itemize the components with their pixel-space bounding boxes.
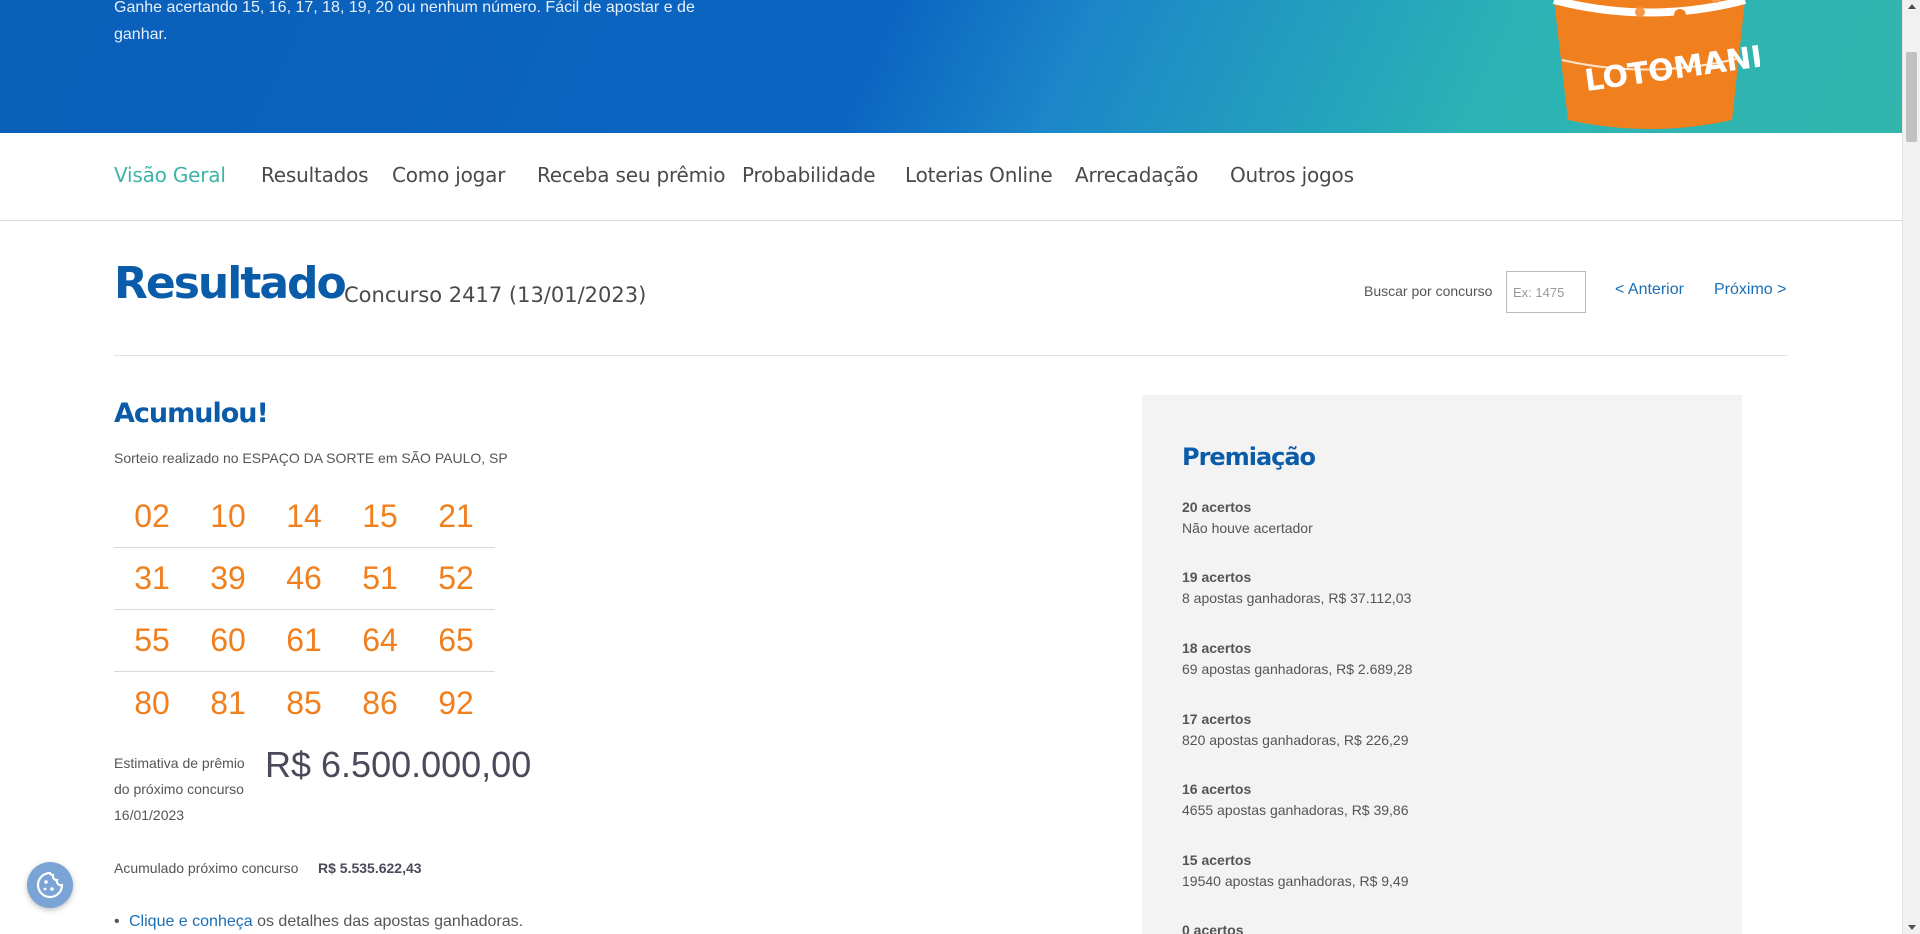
winners-details-text: os detalhes das apostas ganhadoras. [252,913,524,930]
number-row: 31 39 46 51 52 [114,548,495,610]
search-label: Buscar por concurso [1364,283,1493,299]
tier-name: 19 acertos [1182,569,1252,585]
cookie-icon [36,871,64,899]
drawn-number: 31 [134,560,170,596]
tab-resultados[interactable]: Resultados [261,163,369,187]
tab-probabilidade[interactable]: Probabilidade [742,163,876,187]
prizes-title: Premiação [1182,443,1316,471]
prize-tier: 0 acertos [1182,922,1243,934]
drawn-number: 21 [438,498,474,534]
tab-outros-jogos[interactable]: Outros jogos [1230,163,1354,187]
previous-contest-link[interactable]: < Anterior [1615,281,1684,299]
section-nav: Visão Geral Resultados Como jogar Receba… [0,133,1902,221]
tier-desc: 8 apostas ganhadoras, R$ 37.112,03 [1182,590,1412,606]
drawn-number: 55 [134,622,170,658]
prize-tier: 15 acertos 19540 apostas ganhadoras, R$ … [1182,852,1409,889]
prize-tier: 16 acertos 4655 apostas ganhadoras, R$ 3… [1182,781,1409,818]
drawn-number: 51 [362,560,398,596]
drawn-number: 02 [134,498,170,534]
hero-banner: Ganhe acertando 15, 16, 17, 18, 19, 20 o… [0,0,1902,133]
bullet-icon: • [114,913,120,930]
tier-name: 17 acertos [1182,711,1252,727]
scroll-up-icon[interactable] [1908,4,1916,9]
tab-receba-seu-premio[interactable]: Receba seu prêmio [537,163,726,187]
tier-desc: 69 apostas ganhadoras, R$ 2.689,28 [1182,661,1413,677]
winners-details-link[interactable]: Clique e conheça [129,913,253,930]
tab-como-jogar[interactable]: Como jogar [392,163,505,187]
tier-name: 18 acertos [1182,640,1252,656]
drawn-number: 92 [438,684,474,721]
estimate-label: Estimativa de prêmio do próximo concurso… [114,755,245,823]
drawn-number: 14 [286,498,322,534]
tier-name: 20 acertos [1182,499,1252,515]
tier-desc: 4655 apostas ganhadoras, R$ 39,86 [1182,802,1409,818]
accumulated-value: R$ 5.535.622,43 [318,860,422,876]
prize-tier: 17 acertos 820 apostas ganhadoras, R$ 22… [1182,711,1409,748]
tier-desc: Não houve acertador [1182,520,1313,536]
number-row: 55 60 61 64 65 [114,610,495,672]
drawn-number: 85 [286,684,322,721]
prize-tier: 19 acertos 8 apostas ganhadoras, R$ 37.1… [1182,569,1411,606]
drawn-number: 60 [210,622,246,658]
tab-visao-geral[interactable]: Visão Geral [114,163,226,187]
scrollbar-thumb[interactable] [1906,52,1917,142]
cookie-settings-button[interactable] [27,862,73,908]
page-title: Resultado [114,258,347,309]
number-row: 80 81 85 86 92 [114,672,495,734]
banner-description: Ganhe acertando 15, 16, 17, 18, 19, 20 o… [114,0,695,43]
next-contest-link[interactable]: Próximo > [1714,281,1786,299]
drawn-number: 86 [362,684,398,721]
drawn-number: 39 [210,560,246,596]
drawn-number: 64 [362,622,398,658]
number-row: 02 10 14 15 21 [114,486,495,548]
drawn-number: 46 [286,560,322,596]
accumulated-label: Acumulado próximo concurso [114,860,299,876]
drawn-number: 52 [438,560,474,596]
lotomania-logo: LOTOMANIA [1552,0,1760,129]
tier-desc: 820 apostas ganhadoras, R$ 226,29 [1182,732,1409,748]
draw-status: Acumulou! [114,398,269,429]
prize-tier: 18 acertos 69 apostas ganhadoras, R$ 2.6… [1182,640,1412,677]
drawn-numbers-grid: 02 10 14 15 21 31 39 46 51 52 55 60 61 6… [114,486,495,734]
page-scrollbar[interactable] [1902,0,1920,934]
tier-name: 15 acertos [1182,852,1252,868]
drawn-number: 61 [286,622,322,658]
drawn-number: 10 [210,498,246,534]
drawn-number: 80 [134,684,170,721]
draw-location: Sorteio realizado no ESPAÇO DA SORTE em … [114,450,508,466]
winners-details: • Clique e conheça os detalhes das aposta… [114,913,523,931]
tier-name: 16 acertos [1182,781,1252,797]
divider [114,355,1788,356]
prizes-panel: Premiação 20 acertos Não houve acertador… [1142,395,1742,934]
drawn-number: 81 [210,684,246,721]
estimate-value: R$ 6.500.000,00 [265,744,532,785]
scroll-down-icon[interactable] [1908,925,1916,930]
drawn-number: 15 [362,498,398,534]
tab-loterias-online[interactable]: Loterias Online [905,163,1053,187]
tier-desc: 19540 apostas ganhadoras, R$ 9,49 [1182,873,1409,889]
prize-tier: 20 acertos Não houve acertador [1182,499,1313,536]
contest-search-input[interactable] [1506,271,1586,313]
drawn-number: 65 [438,622,474,658]
contest-subtitle: Concurso 2417 (13/01/2023) [344,283,647,307]
tier-name: 0 acertos [1182,922,1244,934]
tab-arrecadacao[interactable]: Arrecadação [1075,163,1198,187]
